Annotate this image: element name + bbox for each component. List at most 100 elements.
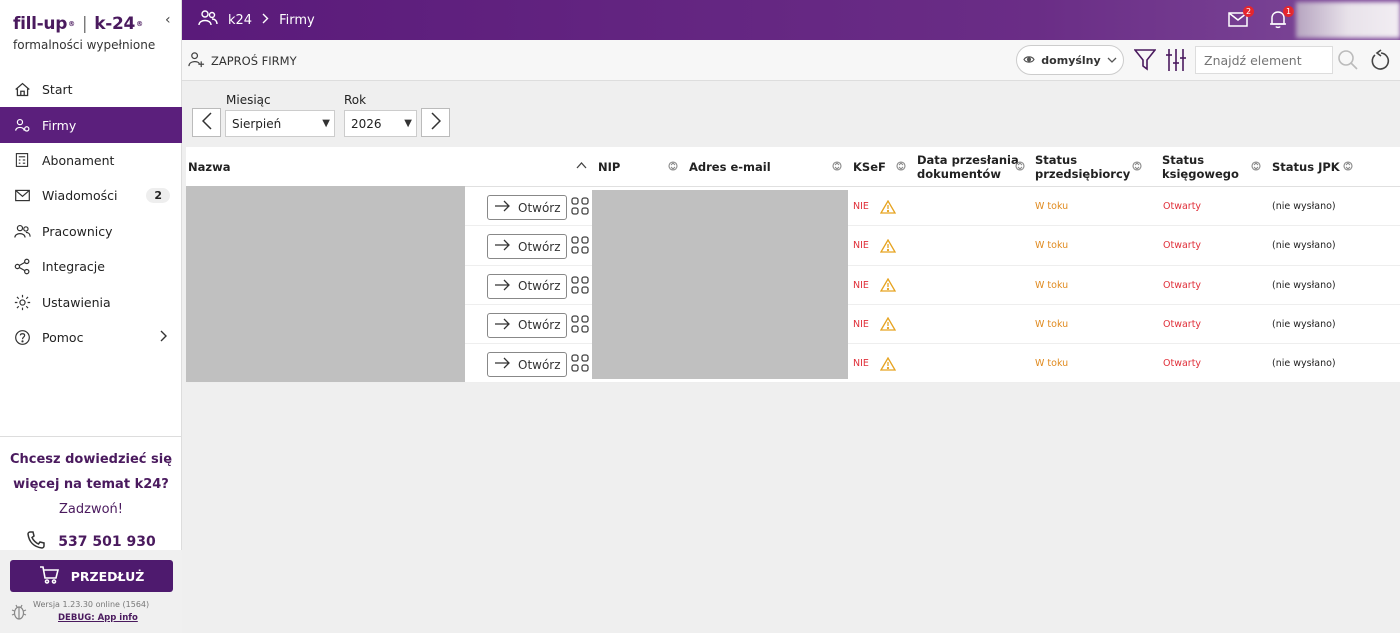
next-period-button[interactable] [421,108,450,137]
modules-icon[interactable] [571,236,589,257]
arrow-right-icon [494,239,511,254]
col-data-przeslania[interactable]: Data przesłania dokumentów [917,147,1019,187]
sidebar-item-ustawienia[interactable]: Ustawienia [0,284,182,319]
sidebar-nav: Start Firmy Abonament Wiadomości 2 Praco… [0,72,182,355]
unread-badge: 2 [146,188,170,204]
sidebar-item-label: Start [42,82,73,98]
status-ksiegowego: Otwarty [1163,279,1202,291]
year-value: 2026 [351,116,382,131]
sidebar-item-label: Abonament [42,152,115,168]
invite-button[interactable]: ZAPROŚ FIRMY [188,51,297,71]
chevron-right-icon [160,330,168,345]
extend-button[interactable]: PRZEDŁUŻ [10,560,173,592]
search-input[interactable] [1195,46,1333,74]
mail-icon [12,186,32,206]
sort-asc-icon[interactable] [576,158,587,172]
modules-icon[interactable] [571,197,589,218]
col-email[interactable]: Adres e-mail [689,147,771,187]
warning-icon [880,187,896,226]
col-status-ksiegowego[interactable]: Status księgowego [1162,147,1239,187]
col-name[interactable]: Nazwa [188,147,230,187]
year-select[interactable]: 2026 ▼ [344,110,417,137]
sort-icon[interactable] [832,160,842,175]
sidebar-item-abonament[interactable]: Abonament [0,143,182,178]
cart-icon [39,565,59,587]
chevron-right-icon [430,112,441,133]
status-ksiegowego: Otwarty [1163,358,1202,370]
user-menu[interactable] [1296,2,1400,38]
arrow-right-icon [494,318,511,333]
sidebar-item-pracownicy[interactable]: Pracownicy [0,214,182,249]
users-icon [198,9,218,31]
sidebar-item-firmy[interactable]: Firmy [0,107,182,143]
ksef-status: NIE [853,201,869,212]
logo[interactable]: fill-up ® | k-24 ® formalności wypełnione [13,14,173,62]
arrow-right-icon [494,279,511,294]
breadcrumb: k24 Firmy [198,0,315,40]
modules-icon[interactable] [571,354,589,375]
sort-icon[interactable] [1343,160,1353,175]
bug-icon[interactable] [11,603,27,624]
warning-icon [880,226,896,265]
status-ksiegowego: Otwarty [1163,201,1202,212]
prev-period-button[interactable] [192,108,221,137]
sidebar-item-pomoc[interactable]: Pomoc [0,320,182,355]
sort-icon[interactable] [896,160,906,175]
notifications-button[interactable]: 1 [1268,6,1294,32]
sidebar-item-integracje[interactable]: Integracje [0,249,182,284]
refresh-icon[interactable] [1371,49,1391,74]
col-status-jpk[interactable]: Status JPK [1272,147,1340,187]
col-status-przedsiebiorcy[interactable]: Status przedsiębiorcy [1035,147,1130,187]
open-company-button[interactable]: Otwórz [487,273,567,299]
open-company-button[interactable]: Otwórz [487,312,567,338]
users-gear-icon [12,115,32,135]
sort-icon[interactable] [1251,160,1261,175]
sort-icon[interactable] [668,160,678,175]
sidebar-item-wiadomosci[interactable]: Wiadomości 2 [0,178,182,213]
status-jpk: (nie wysłano) [1272,358,1336,370]
month-select[interactable]: Sierpień ▼ [225,110,335,137]
warning-icon [880,305,896,344]
messages-button[interactable]: 2 [1228,6,1254,31]
dropdown-triangle-icon: ▼ [322,118,330,129]
bell-icon [1268,11,1288,32]
collapse-sidebar-icon[interactable]: ‹ [165,12,171,28]
filter-icon[interactable] [1133,48,1157,75]
open-company-button[interactable]: Otwórz [487,352,567,378]
status-przedsiebiorcy: W toku [1035,240,1069,252]
breadcrumb-current: Firmy [279,12,315,28]
sidebar-item-start[interactable]: Start [0,72,182,107]
brand-k24: k-24 [94,14,136,34]
bell-count-badge: 1 [1283,6,1294,17]
view-label: domyślny [1041,53,1101,67]
status-przedsiebiorcy: W toku [1035,279,1069,291]
warning-icon [880,266,896,305]
status-jpk: (nie wysłano) [1272,240,1336,252]
eye-icon [1023,54,1035,67]
col-ksef[interactable]: KSeF [853,147,886,187]
columns-settings-icon[interactable] [1165,48,1187,75]
sidebar-item-label: Firmy [42,117,77,133]
modules-icon[interactable] [571,275,589,297]
view-select[interactable]: domyślny [1016,45,1124,75]
search-icon[interactable] [1337,49,1359,74]
promo-line: Zadzwoń! [59,502,123,517]
breadcrumb-root[interactable]: k24 [228,13,252,28]
modules-icon[interactable] [571,315,589,336]
chevron-down-icon [1107,54,1117,67]
col-nip[interactable]: NIP [598,147,620,187]
year-label: Rok [344,93,367,107]
calculator-icon [12,150,32,170]
promo-line: więcej na temat k24? [13,477,169,492]
open-company-button[interactable]: Otwórz [487,234,567,260]
table-header: Nazwa NIP Adres e-mail KSeF Data przesła… [186,147,1400,187]
open-company-button[interactable]: Otwórz [487,195,567,220]
sort-icon[interactable] [1015,160,1025,175]
promo-line: Chcesz dowiedzieć się [9,452,173,467]
status-jpk: (nie wysłano) [1272,318,1336,330]
phone-number: 537 501 930 [58,534,156,550]
status-ksiegowego: Otwarty [1163,240,1202,252]
debug-link[interactable]: DEBUG: App info [58,613,138,623]
status-przedsiebiorcy: W toku [1035,358,1069,370]
sort-icon[interactable] [1132,160,1142,175]
